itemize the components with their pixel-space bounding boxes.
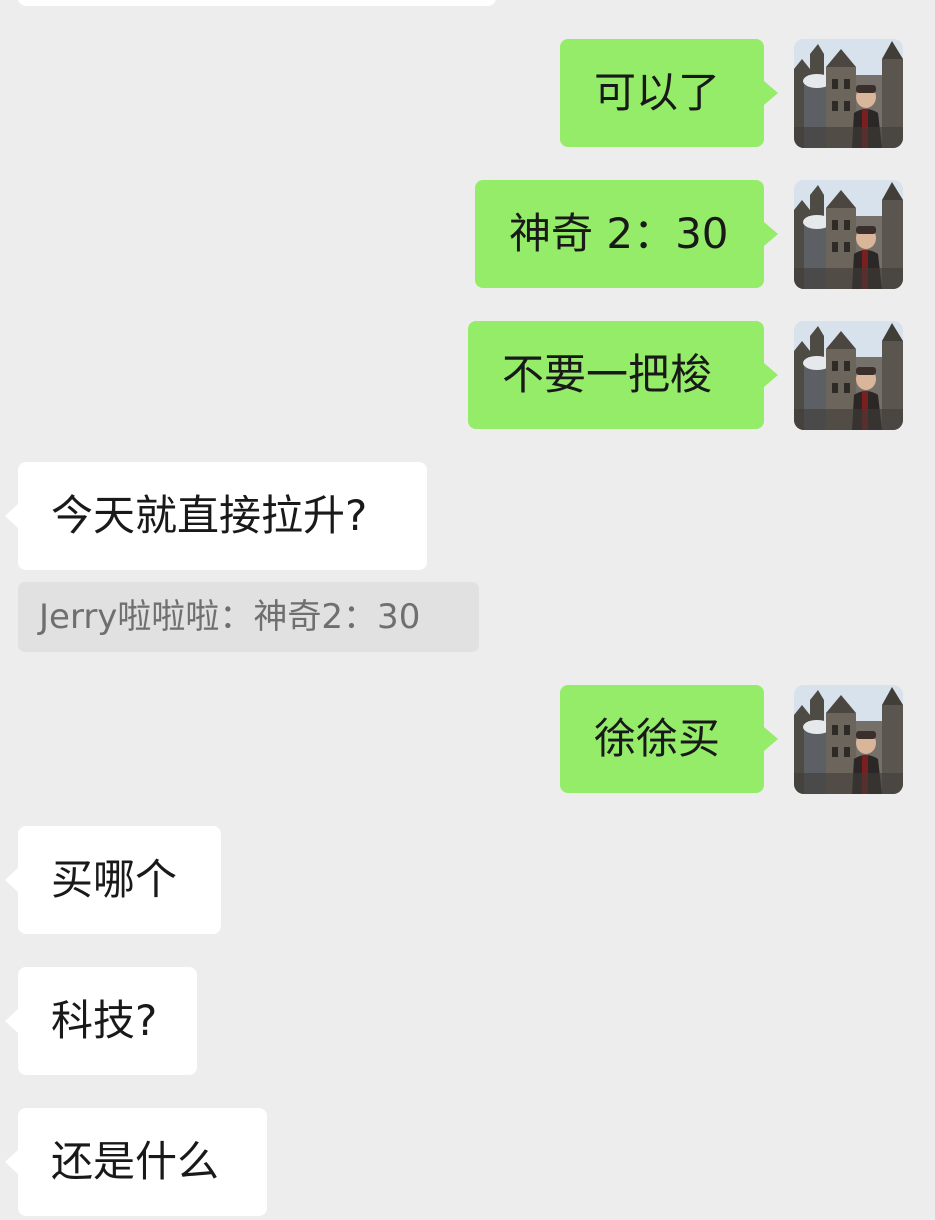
incoming-message-bubble[interactable]: 今天就直接拉升?	[5, 462, 427, 570]
outgoing-message-bubble[interactable]: 不要一把梭	[468, 321, 778, 429]
message-text: 可以了	[594, 68, 721, 117]
incoming-message-bubble[interactable]: 科技?	[5, 967, 197, 1075]
message-text: 还是什么	[51, 1137, 220, 1186]
message-text: 今天就直接拉升?	[51, 491, 368, 540]
message-text: 买哪个	[51, 855, 178, 904]
outgoing-message-bubble[interactable]: 神奇 2：30	[475, 180, 778, 288]
incoming-message-bubble[interactable]: 还是什么	[5, 1108, 267, 1216]
message-text: 神奇 2：30	[509, 209, 729, 258]
message-text: 科技?	[51, 996, 158, 1045]
incoming-message-bubble[interactable]: 买哪个	[5, 826, 221, 934]
message-text: 徐徐买	[594, 714, 721, 763]
user-avatar-photo[interactable]	[794, 685, 903, 794]
quoted-reply-text: Jerry啦啦啦：神奇2：30	[39, 597, 421, 637]
outgoing-message-bubble[interactable]: 徐徐买	[560, 685, 778, 793]
user-avatar-photo[interactable]	[794, 39, 903, 148]
chat-message-list[interactable]: 可以了 神奇 2：30 不要一把梭 今天就直接拉升? Jerry啦啦啦：神奇2：…	[0, 0, 935, 1220]
outgoing-message-bubble[interactable]: 可以了	[560, 39, 778, 147]
user-avatar-photo[interactable]	[794, 180, 903, 289]
user-avatar-photo[interactable]	[794, 321, 903, 430]
message-text: 不要一把梭	[502, 350, 713, 399]
partial-message-bubble	[18, 0, 496, 6]
quoted-reply[interactable]: Jerry啦啦啦：神奇2：30	[18, 582, 479, 652]
